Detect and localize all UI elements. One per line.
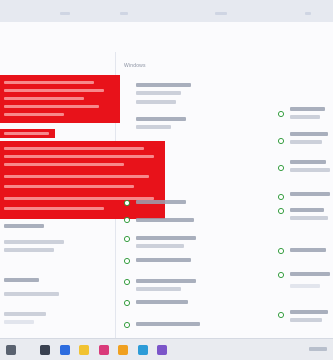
radio-button[interactable]	[124, 217, 130, 223]
list-item-text	[4, 278, 39, 282]
option-title	[136, 218, 194, 222]
radio-button[interactable]	[278, 312, 284, 318]
taskbar	[0, 338, 333, 360]
list-item-text	[4, 292, 59, 296]
list-item-text	[4, 312, 46, 316]
list-item-text	[4, 240, 64, 244]
redacted-block	[0, 75, 120, 123]
option-title	[290, 107, 325, 111]
radio-button[interactable]	[278, 165, 284, 171]
settings-window: Windows	[0, 22, 333, 360]
option-desc	[290, 140, 322, 144]
radio-button[interactable]	[124, 258, 130, 264]
browser-icon[interactable]	[99, 345, 109, 355]
store-icon[interactable]	[138, 345, 148, 355]
radio-button[interactable]	[278, 111, 284, 117]
option-desc	[290, 318, 322, 322]
option-desc	[136, 287, 181, 291]
option-desc	[290, 284, 320, 288]
screen: Windows	[0, 0, 333, 360]
search-icon[interactable]	[40, 345, 50, 355]
option-title	[290, 248, 326, 252]
radio-button[interactable]	[278, 138, 284, 144]
radio-button[interactable]	[278, 272, 284, 278]
option-desc	[290, 115, 320, 119]
start-icon[interactable]	[6, 345, 16, 355]
top-bar	[0, 0, 333, 22]
option-title	[136, 117, 186, 121]
option-title	[136, 300, 188, 304]
option-title	[290, 160, 326, 164]
option-title	[136, 83, 191, 87]
option-desc	[136, 91, 181, 95]
option-desc	[136, 244, 184, 248]
system-tray[interactable]	[309, 347, 327, 351]
option-desc	[290, 168, 330, 172]
radio-button[interactable]	[278, 208, 284, 214]
redacted-block	[0, 129, 55, 138]
top-bar-mark	[215, 12, 227, 15]
top-bar-mark	[120, 12, 128, 15]
radio-button[interactable]	[124, 300, 130, 306]
option-title	[136, 322, 200, 326]
mail-icon[interactable]	[118, 345, 128, 355]
file-explorer-icon[interactable]	[79, 345, 89, 355]
right-panel-heading: Windows	[124, 63, 146, 69]
option-title	[136, 258, 191, 262]
radio-button[interactable]	[278, 248, 284, 254]
radio-button[interactable]	[124, 322, 130, 328]
radio-button[interactable]	[124, 200, 130, 206]
radio-button[interactable]	[124, 236, 130, 242]
option-title	[136, 200, 186, 204]
list-item-text	[4, 248, 54, 252]
option-title	[136, 279, 196, 283]
option-desc	[290, 216, 328, 220]
radio-button[interactable]	[124, 279, 130, 285]
option-desc	[136, 125, 171, 129]
option-desc	[136, 100, 176, 104]
redacted-block	[0, 141, 165, 219]
option-title	[290, 208, 324, 212]
task-view-icon[interactable]	[60, 345, 70, 355]
option-title	[290, 310, 328, 314]
top-bar-mark	[305, 12, 311, 15]
photos-icon[interactable]	[157, 345, 167, 355]
top-bar-mark	[60, 12, 70, 15]
list-item-text	[4, 224, 44, 228]
option-title	[290, 132, 328, 136]
option-title	[290, 272, 330, 276]
radio-button[interactable]	[278, 194, 284, 200]
option-title	[136, 236, 196, 240]
option-title	[290, 192, 330, 196]
list-item-text	[4, 320, 34, 324]
